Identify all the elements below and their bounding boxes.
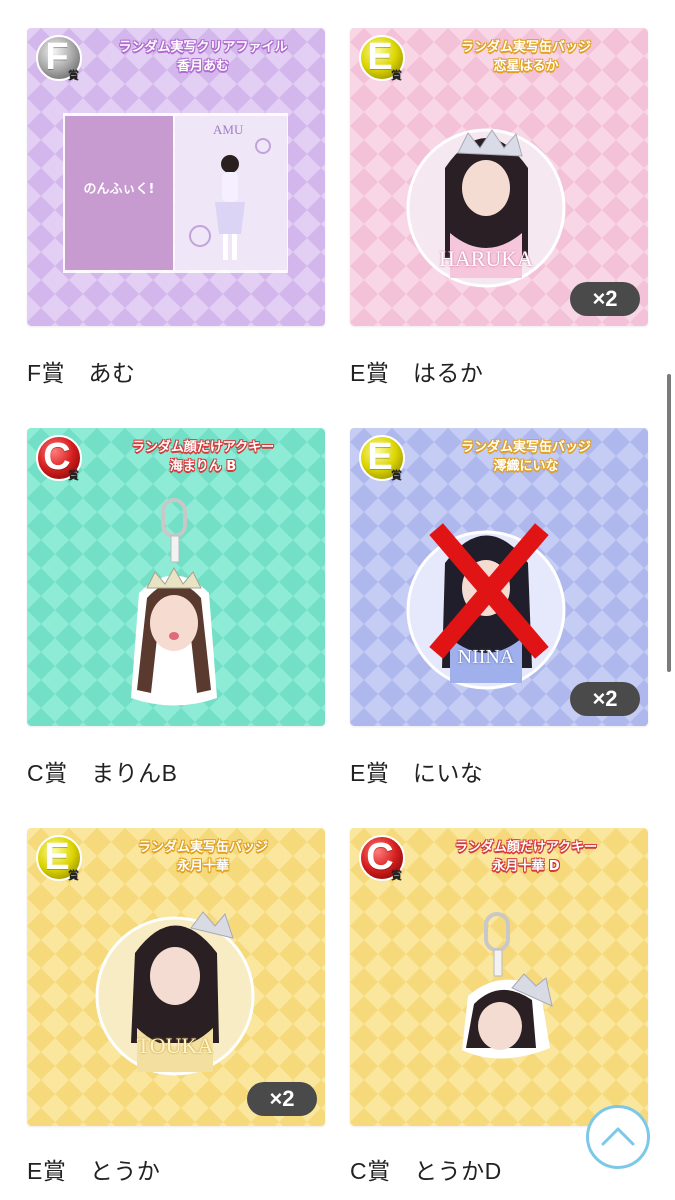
quantity-badge: ×2 — [570, 682, 640, 716]
quantity-badge: ×2 — [570, 282, 640, 316]
prize-caption: E賞 にいな — [350, 760, 484, 786]
clear-file-photo: AMU — [175, 116, 287, 270]
prize-card-e-haruka[interactable]: E 賞 ランダム実写缶バッジ 恋星はるか HARUKA ×2 — [350, 28, 648, 326]
member-name-print: HARUKA — [438, 246, 534, 271]
prize-caption: C賞 まりんB — [27, 760, 178, 786]
prize-title: ランダム実写クリアファイル 香月あむ — [118, 40, 288, 74]
acrylic-keychain-image — [462, 912, 553, 1059]
prize-caption: E賞 はるか — [350, 360, 484, 386]
scrollbar[interactable] — [667, 374, 671, 672]
acrylic-keychain-image — [131, 498, 217, 706]
prize-card-e-niina[interactable]: E 賞 ランダム実写缶バッジ 澪織にいな NIINA ×2 — [350, 428, 648, 726]
prize-rank-badge: F 賞 — [35, 34, 89, 88]
scroll-to-top-button[interactable] — [586, 1105, 650, 1169]
prize-card-c-touka-d[interactable]: C 賞 ランダム顔だけアクキー 永月十華 D — [350, 828, 648, 1126]
chevron-up-icon — [601, 1127, 635, 1146]
prize-caption: F賞 あむ — [27, 360, 136, 386]
brand-logo: のんふぃく! — [83, 182, 155, 197]
member-name-print: TOUKA — [136, 1033, 214, 1058]
clear-file-left-panel: のんふぃく! — [65, 116, 173, 270]
prize-card-f-amu[interactable]: F 賞 ランダム実写クリアファイル 香月あむ のんふぃく! AMU — [27, 28, 325, 326]
quantity-badge: ×2 — [247, 1082, 317, 1116]
prize-caption: C賞 とうかD — [350, 1158, 502, 1184]
prize-card-e-touka[interactable]: E 賞 ランダム実写缶バッジ 永月十華 TOUKA ×2 — [27, 828, 325, 1126]
prize-card-c-marin-b[interactable]: C 賞 ランダム顔だけアクキー 海まりん B — [27, 428, 325, 726]
prize-caption: E賞 とうか — [27, 1158, 161, 1184]
